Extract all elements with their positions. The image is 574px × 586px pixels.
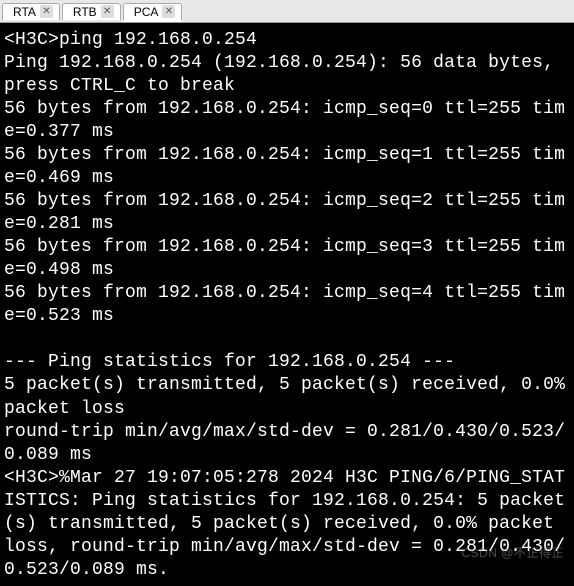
watermark: CSDN @不正得正	[461, 544, 564, 561]
stats-packets: 5 packet(s) transmitted, 5 packet(s) rec…	[4, 375, 574, 418]
tab-rta[interactable]: RTA ✕	[2, 3, 60, 20]
close-icon[interactable]: ✕	[40, 5, 53, 18]
terminal-output[interactable]: <H3C>ping 192.168.0.254 Ping 192.168.0.2…	[0, 23, 574, 586]
tab-label: PCA	[134, 5, 159, 19]
tab-rtb[interactable]: RTB ✕	[62, 3, 121, 20]
log-line: <H3C>%Mar 27 19:07:05:278 2024 H3C PING/…	[4, 468, 565, 580]
ping-reply: 56 bytes from 192.168.0.254: icmp_seq=2 …	[4, 191, 565, 234]
ping-reply: 56 bytes from 192.168.0.254: icmp_seq=3 …	[4, 237, 565, 280]
tab-label: RTA	[13, 5, 36, 19]
ping-header: Ping 192.168.0.254 (192.168.0.254): 56 d…	[4, 53, 565, 96]
tab-pca[interactable]: PCA ✕	[123, 3, 183, 20]
stats-divider: --- Ping statistics for 192.168.0.254 --…	[4, 352, 455, 372]
ping-reply: 56 bytes from 192.168.0.254: icmp_seq=0 …	[4, 99, 565, 142]
close-icon[interactable]: ✕	[101, 5, 114, 18]
ping-reply: 56 bytes from 192.168.0.254: icmp_seq=4 …	[4, 283, 565, 326]
stats-rtt: round-trip min/avg/max/std-dev = 0.281/0…	[4, 422, 565, 465]
prompt: <H3C>	[4, 30, 59, 50]
tab-label: RTB	[73, 5, 97, 19]
close-icon[interactable]: ✕	[162, 5, 175, 18]
command-text: ping 192.168.0.254	[59, 30, 257, 50]
tab-bar: RTA ✕ RTB ✕ PCA ✕	[0, 0, 574, 23]
ping-reply: 56 bytes from 192.168.0.254: icmp_seq=1 …	[4, 145, 565, 188]
